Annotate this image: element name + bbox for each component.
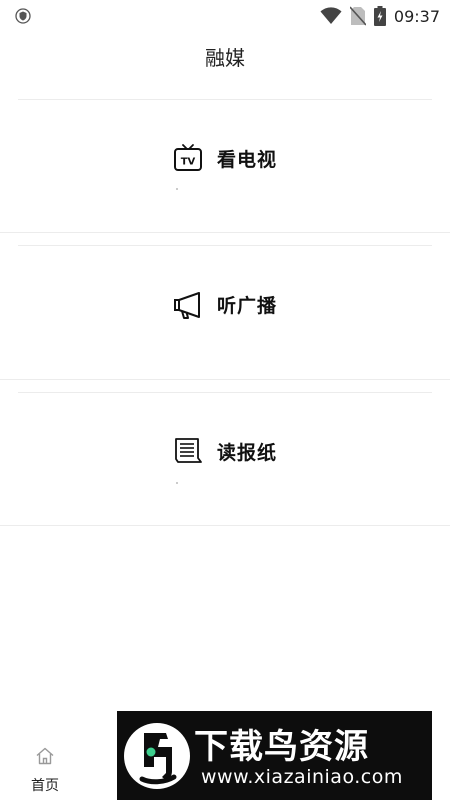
card-watch-tv[interactable]: TV 看电视 bbox=[0, 100, 450, 232]
status-time: 09:37 bbox=[393, 6, 440, 26]
tab-home[interactable]: 首页 bbox=[0, 730, 90, 800]
newspaper-icon bbox=[175, 438, 202, 463]
card-label: 读报纸 bbox=[216, 441, 277, 464]
divider bbox=[0, 525, 450, 526]
shield-icon bbox=[15, 8, 31, 24]
card-label: 听广播 bbox=[216, 295, 277, 317]
card-listen-radio[interactable]: 听广播 bbox=[0, 246, 450, 379]
megaphone-icon bbox=[173, 291, 200, 319]
no-sim-icon bbox=[349, 6, 366, 26]
page-title: 融媒 bbox=[205, 46, 245, 70]
divider bbox=[0, 379, 450, 380]
tv-icon: TV bbox=[173, 144, 202, 171]
watermark-title: 下载鸟资源 bbox=[194, 727, 369, 767]
decor-dot bbox=[176, 482, 178, 484]
wifi-icon bbox=[320, 7, 342, 24]
decor-dot bbox=[176, 188, 178, 190]
watermark-banner: 下载鸟资源 www.xiazainiao.com bbox=[117, 711, 432, 800]
card-read-newspaper[interactable]: 读报纸 bbox=[0, 393, 450, 525]
svg-text:TV: TV bbox=[181, 157, 196, 168]
tab-label: 首页 bbox=[31, 778, 59, 794]
bird-logo-icon bbox=[124, 723, 190, 789]
divider bbox=[0, 232, 450, 233]
home-icon bbox=[36, 747, 54, 765]
watermark-url: www.xiazainiao.com bbox=[201, 766, 403, 788]
status-bar: 09:37 bbox=[0, 0, 450, 32]
battery-charging-icon bbox=[373, 6, 386, 26]
card-label: 看电视 bbox=[216, 148, 277, 171]
